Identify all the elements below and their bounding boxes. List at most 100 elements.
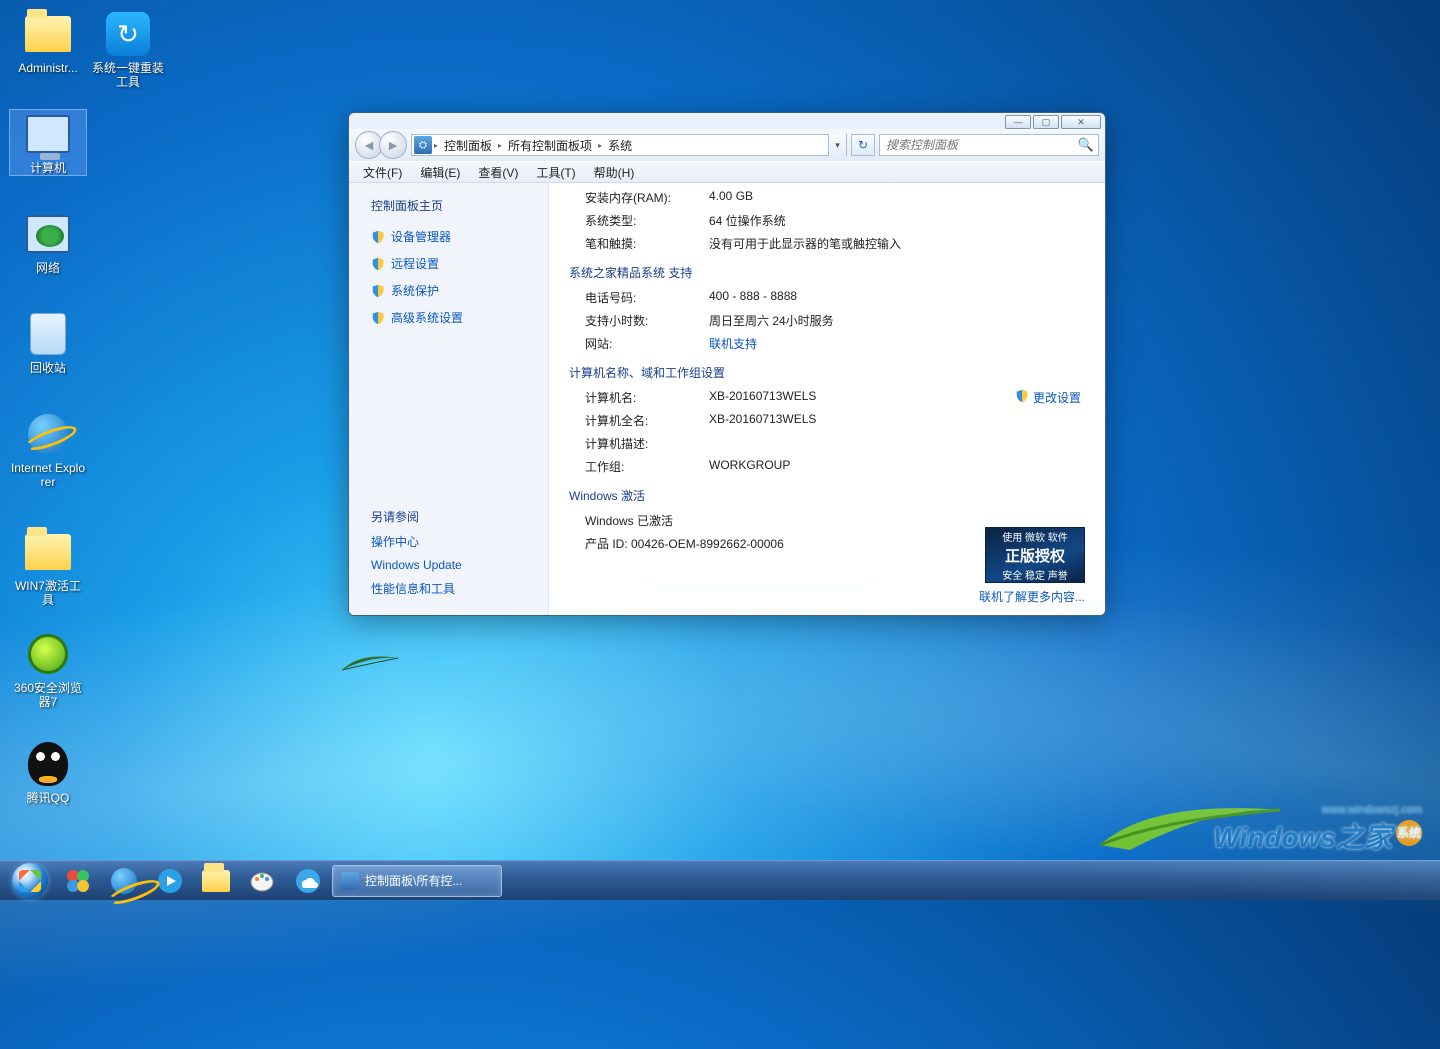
search-input[interactable]	[880, 138, 1074, 152]
menu-edit[interactable]: 编辑(E)	[412, 162, 468, 183]
desktop-icon-sys-reinstall[interactable]: ↻ 系统一键重装工具	[90, 10, 166, 89]
taskbar-icon-ie[interactable]	[102, 863, 146, 899]
desktop-icon-qq[interactable]: 腾讯QQ	[10, 740, 86, 805]
desktop-icon-administrator[interactable]: Administr...	[10, 10, 86, 75]
badge-line: 安全 稳定 声誉	[1002, 567, 1068, 582]
link-label: 远程设置	[391, 255, 439, 272]
system-window: — ▢ ✕ ◄ ► ⛭ ▸ 控制面板 ▸ 所有控制面板项 ▸ 系统 ▾ ↻ 🔍 …	[348, 112, 1106, 616]
search-box[interactable]: 🔍	[879, 134, 1099, 156]
folder-icon	[25, 16, 71, 52]
sidebar-link-remote[interactable]: 远程设置	[371, 255, 536, 272]
icon-label: Administr...	[18, 61, 77, 75]
taskbar-active-window[interactable]: 控制面板\所有控...	[332, 865, 502, 897]
desktop-icon-recycle[interactable]: 回收站	[10, 310, 86, 375]
computer-icon	[26, 115, 70, 153]
icon-label: 腾讯QQ	[27, 791, 70, 805]
control-panel-icon	[341, 872, 359, 890]
taskbar-icon-cloud[interactable]	[286, 863, 330, 899]
address-dropdown[interactable]: ▾	[828, 134, 846, 156]
see-also-action-center[interactable]: 操作中心	[371, 533, 536, 550]
menu-view[interactable]: 查看(V)	[470, 162, 526, 183]
cdesc-label: 计算机描述:	[569, 435, 709, 452]
pen-value: 没有可用于此显示器的笔或触控输入	[709, 235, 1085, 252]
learn-more-link[interactable]: 联机了解更多内容...	[979, 588, 1085, 605]
watermark-url: www.windowszj.com	[1213, 804, 1422, 816]
minimize-button[interactable]: —	[1005, 115, 1031, 129]
ie-icon	[28, 414, 68, 454]
swoosh-decoration	[1090, 790, 1290, 860]
cfull-value: XB-20160713WELS	[709, 412, 1085, 429]
cdesc-value	[709, 435, 1085, 452]
ram-label: 安装内存(RAM):	[569, 189, 709, 206]
see-also-windows-update[interactable]: Windows Update	[371, 558, 536, 572]
phone-label: 电话号码:	[569, 289, 709, 306]
icon-label: 计算机	[30, 161, 66, 175]
taskbar-icon-paint[interactable]	[240, 863, 284, 899]
icon-label: 网络	[36, 261, 60, 275]
badge-line: 正版授权	[1005, 545, 1065, 566]
cname-label: 计算机名:	[569, 389, 709, 406]
link-label: 系统保护	[391, 282, 439, 299]
wg-value: WORKGROUP	[709, 458, 1085, 475]
ram-value: 4.00 GB	[709, 189, 1085, 206]
ie-icon	[111, 868, 137, 894]
search-icon[interactable]: 🔍	[1074, 137, 1098, 153]
change-settings-link[interactable]: 更改设置	[1015, 389, 1081, 406]
desktop-icon-360-browser[interactable]: 360安全浏览器7	[10, 630, 86, 709]
genuine-badge: 使用 微软 软件 正版授权 安全 稳定 声誉	[985, 527, 1085, 583]
desktop-icon-win7-activator[interactable]: WIN7激活工具	[10, 528, 86, 607]
shield-icon	[371, 284, 385, 298]
refresh-button[interactable]: ↻	[851, 134, 875, 156]
nav-toolbar: ◄ ► ⛭ ▸ 控制面板 ▸ 所有控制面板项 ▸ 系统 ▾ ↻ 🔍	[349, 129, 1105, 161]
desktop-icon-computer[interactable]: 计算机	[10, 110, 86, 175]
link-label: 更改设置	[1033, 389, 1081, 406]
hours-value: 周日至周六 24小时服务	[709, 312, 1085, 329]
taskbar-icon-explorer[interactable]	[194, 863, 238, 899]
taskbar-icon-multicolor[interactable]	[56, 863, 100, 899]
product-id: 产品 ID: 00426-OEM-8992662-00006	[569, 535, 784, 552]
link-label: 高级系统设置	[391, 309, 463, 326]
breadcrumb-seg[interactable]: 系统	[602, 137, 638, 154]
hours-label: 支持小时数:	[569, 312, 709, 329]
sidebar-link-advanced[interactable]: 高级系统设置	[371, 309, 536, 326]
start-button[interactable]	[6, 862, 54, 900]
icon-label: 回收站	[30, 361, 66, 375]
content-pane: 安装内存(RAM):4.00 GB 系统类型:64 位操作系统 笔和触摸:没有可…	[549, 183, 1105, 615]
folder-icon	[202, 870, 230, 892]
menu-tools[interactable]: 工具(T)	[528, 162, 583, 183]
watermark-main: Windows之家	[1213, 822, 1392, 853]
cfull-label: 计算机全名:	[569, 412, 709, 429]
icon-label: 360安全浏览器7	[10, 681, 86, 709]
sidebar: 控制面板主页 设备管理器 远程设置 系统保护 高级系统设置 另请参阅 操作中心 …	[349, 183, 549, 615]
icon-label: Internet Explorer	[10, 461, 86, 489]
sidebar-link-protection[interactable]: 系统保护	[371, 282, 536, 299]
forward-button[interactable]: ►	[379, 131, 407, 159]
breadcrumb-seg[interactable]: 控制面板	[438, 137, 498, 154]
leaf-decoration	[340, 650, 400, 672]
watermark: www.windowszj.com Windows之家系统	[1213, 804, 1422, 856]
badge-line: 使用 微软 软件	[1002, 529, 1068, 544]
titlebar[interactable]: — ▢ ✕	[349, 113, 1105, 129]
desktop-icon-network[interactable]: 网络	[10, 210, 86, 275]
breadcrumb-seg[interactable]: 所有控制面板项	[502, 137, 598, 154]
address-bar[interactable]: ⛭ ▸ 控制面板 ▸ 所有控制面板项 ▸ 系统 ▾	[411, 134, 847, 156]
sidebar-home[interactable]: 控制面板主页	[371, 197, 536, 214]
app-icon: ↻	[106, 12, 150, 56]
taskbar: 控制面板\所有控...	[0, 860, 1440, 900]
desktop-icon-ie[interactable]: Internet Explorer	[10, 410, 86, 489]
windows-orb-icon	[12, 863, 48, 899]
menu-file[interactable]: 文件(F)	[355, 162, 410, 183]
network-icon	[26, 215, 70, 253]
close-button[interactable]: ✕	[1061, 115, 1101, 129]
site-label: 网站:	[569, 335, 709, 352]
activation-header: Windows 激活	[569, 487, 1085, 504]
link-label: 设备管理器	[391, 228, 451, 245]
shield-icon	[371, 230, 385, 244]
menu-help[interactable]: 帮助(H)	[586, 162, 643, 183]
online-support-link[interactable]: 联机支持	[709, 335, 1085, 352]
sidebar-link-device-manager[interactable]: 设备管理器	[371, 228, 536, 245]
see-also-performance[interactable]: 性能信息和工具	[371, 580, 536, 597]
maximize-button[interactable]: ▢	[1033, 115, 1059, 129]
shield-icon	[1015, 389, 1029, 406]
qq-icon	[28, 742, 68, 786]
